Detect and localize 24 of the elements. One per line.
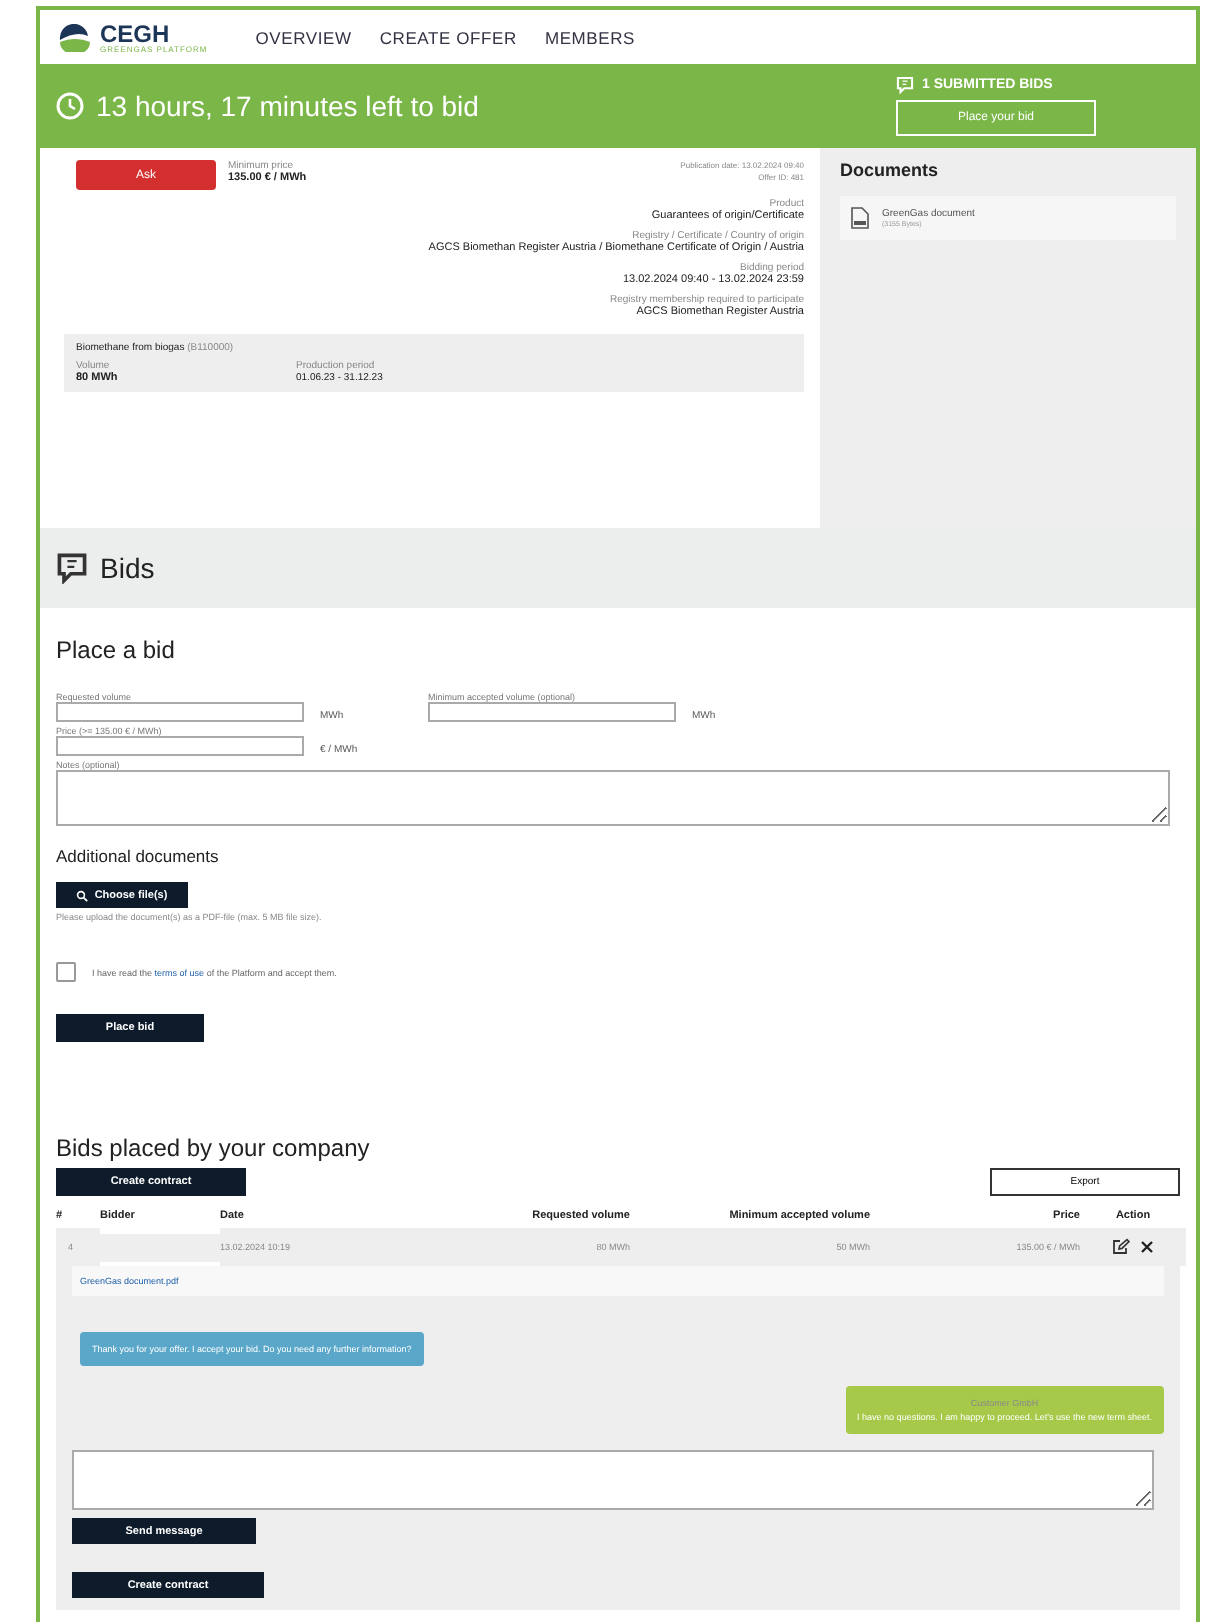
logo-text: CEGH (100, 21, 170, 45)
section-title: Bids placed by your company (56, 1134, 372, 1162)
price-field[interactable] (56, 736, 304, 756)
speech-bubble-icon (896, 76, 914, 94)
search-icon (76, 889, 89, 901)
terms-checkbox[interactable] (56, 962, 76, 982)
section-title: Additional documents (56, 846, 221, 866)
speech-bubble-icon (56, 552, 88, 584)
notes-field[interactable] (56, 770, 1170, 826)
requested-volume-field[interactable] (56, 702, 304, 722)
clock-icon (56, 92, 84, 120)
nav-link[interactable]: CREATE OFFER (379, 27, 517, 47)
nav-link[interactable]: OVERVIEW (255, 27, 352, 47)
pdf-file-icon (850, 206, 870, 230)
close-icon[interactable] (1140, 1240, 1154, 1254)
message-field[interactable] (72, 1450, 1154, 1510)
bids-title: Bids (100, 552, 155, 584)
time-left-text: 13 hours, 17 minutes left to bid (96, 90, 479, 122)
minimum-volume-field[interactable] (428, 702, 676, 722)
logo-icon (56, 23, 92, 51)
documents-title: Documents (840, 160, 941, 180)
nav-link[interactable]: MEMBERS (544, 27, 636, 47)
edit-icon[interactable] (1112, 1238, 1130, 1256)
form-title: Place a bid (56, 636, 177, 664)
